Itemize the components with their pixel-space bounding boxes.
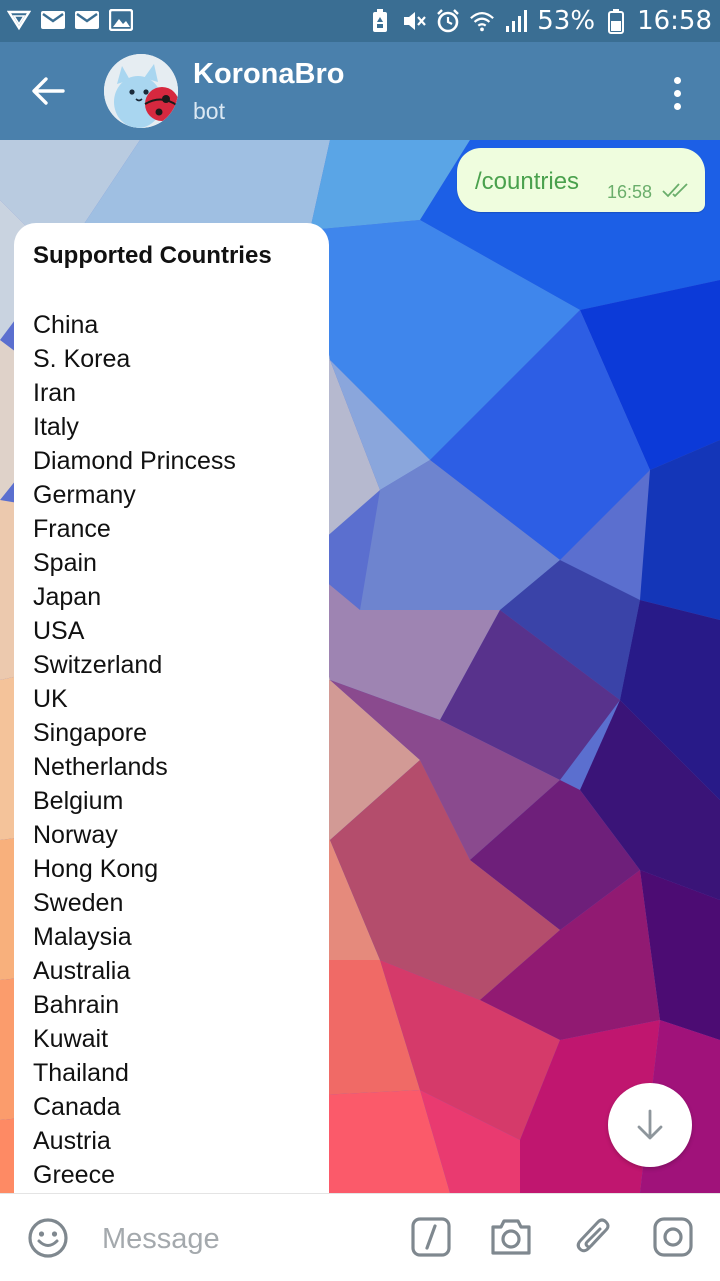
message-input[interactable]: [100, 1214, 394, 1264]
alarm-icon: [435, 8, 461, 34]
attach-button[interactable]: [570, 1214, 616, 1260]
battery-icon: [603, 8, 629, 34]
bot-avatar-image: [104, 54, 178, 128]
mail-icon: [74, 7, 100, 33]
list-item: Hong Kong: [33, 855, 159, 883]
message-time: 16:58: [607, 182, 653, 202]
list-item: Thailand: [33, 1059, 129, 1087]
list-item: Netherlands: [33, 753, 168, 781]
list-item: USA: [33, 617, 85, 645]
list-item: S. Korea: [33, 345, 131, 373]
message-input-bar: [0, 1193, 720, 1281]
chat-area[interactable]: /countries 16:58 Supported Countries Chi…: [0, 140, 720, 1193]
avatar[interactable]: [104, 54, 178, 128]
signal-sim-icon: [6, 7, 32, 33]
camera-icon: [491, 1219, 531, 1255]
list-item: Switzerland: [33, 651, 163, 679]
outgoing-message-text: /countries: [475, 168, 580, 195]
outgoing-message[interactable]: /countries 16:58: [457, 148, 705, 212]
list-item: Spain: [33, 549, 97, 577]
arrow-down-icon: [637, 1109, 663, 1140]
chat-subtitle: bot: [193, 98, 225, 124]
status-time: 16:58: [637, 6, 712, 36]
double-check-icon: [662, 183, 688, 198]
battery-saver-icon: [367, 8, 393, 34]
list-item: Austria: [33, 1127, 111, 1155]
list-item: Belgium: [33, 787, 124, 815]
chat-header: KoronaBro bot: [0, 42, 720, 140]
bot-command-icon: [411, 1217, 451, 1257]
mail-icon: [40, 7, 66, 33]
list-item: Italy: [33, 413, 79, 441]
list-item: France: [33, 515, 111, 543]
arrow-left-icon: [32, 77, 65, 105]
list-item: Canada: [33, 1093, 121, 1121]
attach-icon: [576, 1218, 610, 1253]
list-item: Singapore: [33, 719, 147, 747]
status-left-icons: [6, 7, 134, 33]
message-title: Supported Countries: [33, 242, 272, 269]
instagram-camera-icon: [653, 1217, 693, 1257]
status-bar: 53% 16:58: [0, 0, 720, 42]
more-menu-button[interactable]: [655, 68, 699, 118]
list-item: Sweden: [33, 889, 124, 917]
scroll-to-bottom-button[interactable]: [608, 1083, 692, 1167]
wifi-icon: [469, 8, 495, 34]
list-item: Bahrain: [33, 991, 120, 1019]
list-item: Kuwait: [33, 1025, 109, 1053]
camera-button[interactable]: [488, 1214, 534, 1260]
bot-command-button[interactable]: [408, 1214, 454, 1260]
list-item: Greece: [33, 1161, 115, 1189]
emoji-icon: [28, 1218, 68, 1258]
country-list: China S. Korea Iran Italy Diamond Prince…: [33, 308, 236, 1192]
list-item: Iran: [33, 379, 77, 407]
more-vertical-icon: [673, 76, 681, 84]
list-item: Diamond Princess: [33, 447, 236, 475]
list-item: Germany: [33, 481, 136, 509]
list-item: China: [33, 311, 99, 339]
signal-icon: [503, 8, 529, 34]
back-button[interactable]: [22, 65, 74, 117]
chat-title[interactable]: KoronaBro: [193, 58, 344, 91]
list-item: Japan: [33, 583, 102, 611]
incoming-message[interactable]: Supported Countries China S. Korea Iran …: [14, 223, 329, 1193]
battery-percent: 53%: [537, 6, 596, 36]
emoji-button[interactable]: [26, 1216, 70, 1260]
list-item: Australia: [33, 957, 131, 985]
list-item: Malaysia: [33, 923, 132, 951]
mute-icon: [401, 8, 427, 34]
list-item: UK: [33, 685, 68, 713]
image-icon: [108, 7, 134, 33]
list-item: Norway: [33, 821, 118, 849]
status-right-icons: 53% 16:58: [367, 6, 712, 36]
video-message-button[interactable]: [650, 1214, 696, 1260]
